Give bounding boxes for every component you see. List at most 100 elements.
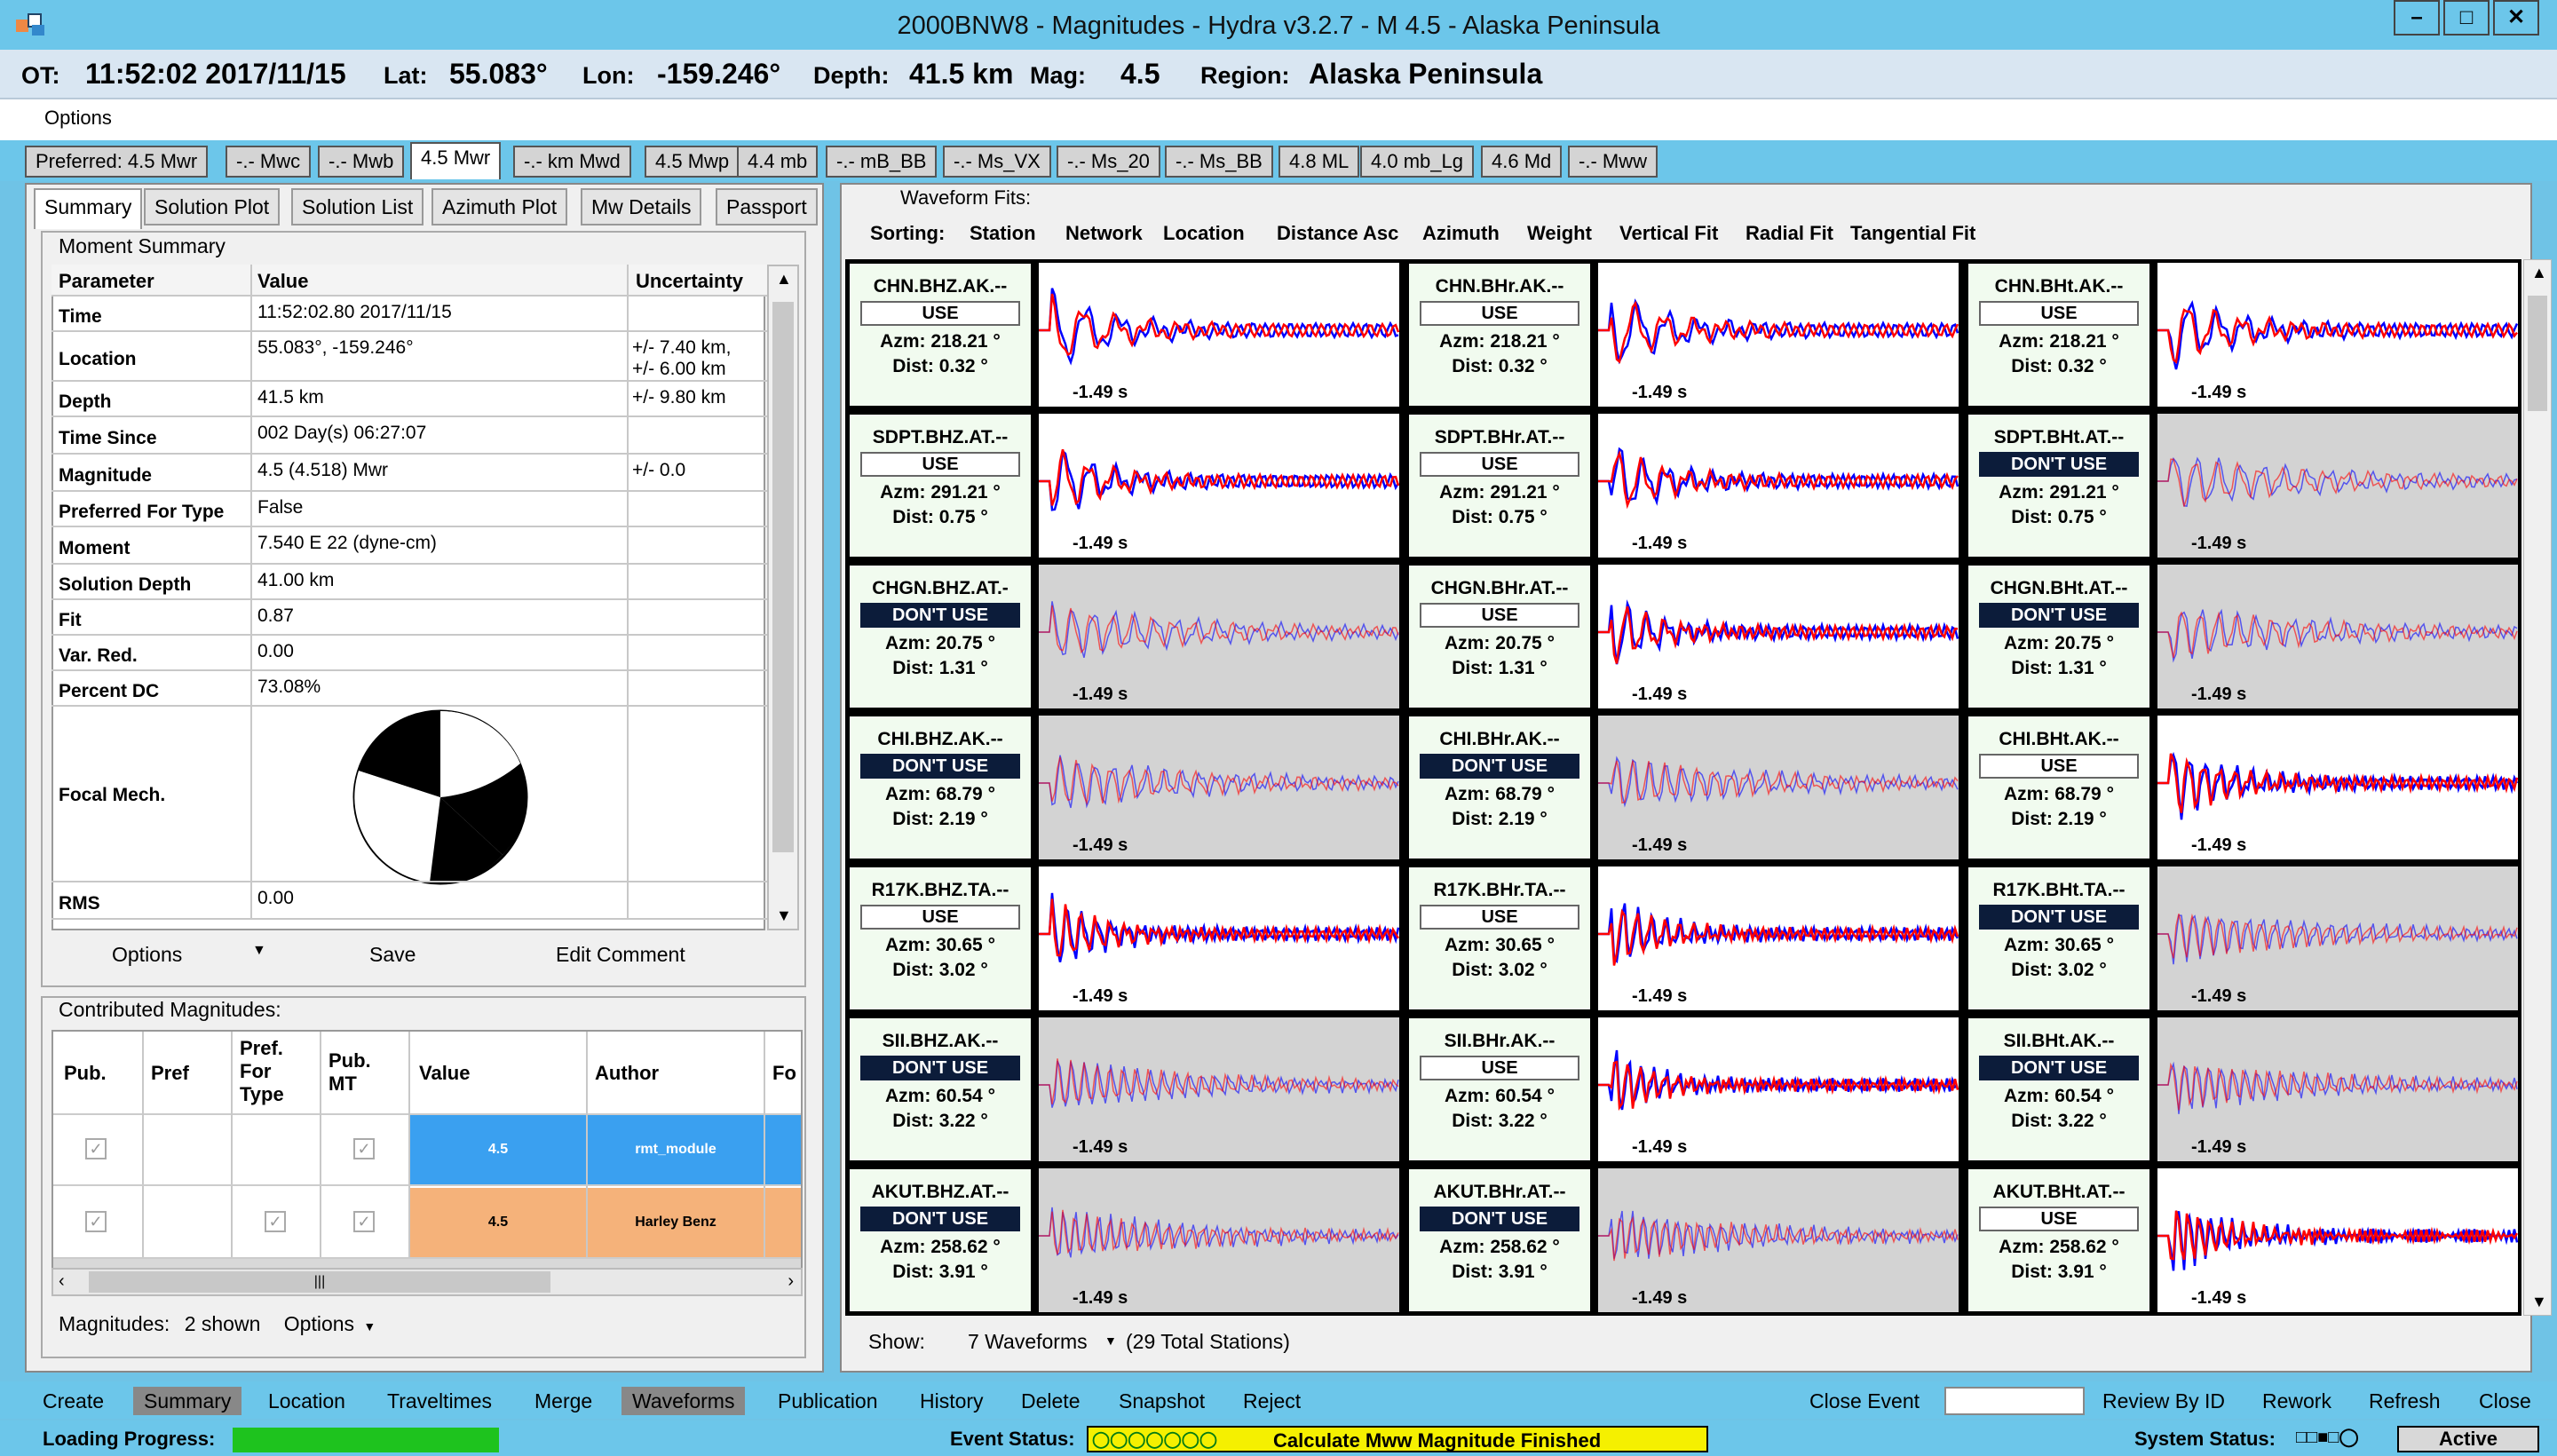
dont-use-toggle-button[interactable]: DON'T USE xyxy=(1979,452,2139,477)
refresh-button[interactable]: Refresh xyxy=(2358,1387,2451,1415)
mag-tab[interactable]: -.- km Mwd xyxy=(513,146,631,178)
tab-summary[interactable]: Summary xyxy=(34,188,143,229)
sort-tangential-fit[interactable]: Tangential Fit xyxy=(1850,222,1975,245)
waveform-plot[interactable]: -1.49 s xyxy=(2157,1017,2518,1161)
table-row[interactable]: ✓ ✓ ✓ 4.5 Harley Benz xyxy=(53,1188,801,1259)
pub-checkbox[interactable]: ✓ xyxy=(85,1211,107,1232)
pref-for-type-checkbox[interactable]: ✓ xyxy=(265,1211,286,1232)
waveform-plot[interactable]: -1.49 s xyxy=(1039,263,1399,407)
waveform-plot[interactable]: -1.49 s xyxy=(1039,1168,1399,1312)
dont-use-toggle-button[interactable]: DON'T USE xyxy=(860,1207,1020,1231)
traveltimes-button[interactable]: Traveltimes xyxy=(376,1387,503,1415)
scroll-up-icon[interactable]: ▲ xyxy=(2531,264,2547,282)
pub-checkbox[interactable]: ✓ xyxy=(85,1138,107,1159)
waveform-plot[interactable]: -1.49 s xyxy=(1039,414,1399,558)
options-menu[interactable]: Options xyxy=(44,107,112,130)
review-by-id-button[interactable]: Review By ID xyxy=(2092,1387,2236,1415)
tab-mw-details[interactable]: Mw Details xyxy=(581,188,702,226)
waveform-plot[interactable]: -1.49 s xyxy=(1039,716,1399,859)
scroll-right-icon[interactable]: › xyxy=(788,1271,794,1292)
dont-use-toggle-button[interactable]: DON'T USE xyxy=(1979,603,2139,628)
use-toggle-button[interactable]: USE xyxy=(1979,754,2139,779)
use-toggle-button[interactable]: USE xyxy=(1420,452,1579,477)
mag-tab[interactable]: 4.0 mb_Lg xyxy=(1360,146,1474,178)
sort-radial-fit[interactable]: Radial Fit xyxy=(1746,222,1833,245)
dont-use-toggle-button[interactable]: DON'T USE xyxy=(1979,1056,2139,1080)
dont-use-toggle-button[interactable]: DON'T USE xyxy=(860,1056,1020,1080)
tab-passport[interactable]: Passport xyxy=(716,188,818,226)
use-toggle-button[interactable]: USE xyxy=(1979,301,2139,326)
use-toggle-button[interactable]: USE xyxy=(860,452,1020,477)
reject-button[interactable]: Reject xyxy=(1232,1387,1311,1415)
dont-use-toggle-button[interactable]: DON'T USE xyxy=(860,603,1020,628)
use-toggle-button[interactable]: USE xyxy=(1420,1056,1579,1080)
mag-tab[interactable]: -.- Ms_VX xyxy=(943,146,1051,178)
use-toggle-button[interactable]: USE xyxy=(860,301,1020,326)
dont-use-toggle-button[interactable]: DON'T USE xyxy=(1979,905,2139,930)
close-icon[interactable]: ✕ xyxy=(2493,0,2539,36)
waveform-plot[interactable]: -1.49 s xyxy=(1598,414,1959,558)
mag-tab[interactable]: 4.5 Mwr xyxy=(410,142,502,179)
tab-azimuth-plot[interactable]: Azimuth Plot xyxy=(431,188,568,226)
scroll-thumb[interactable] xyxy=(772,302,794,852)
pub-mt-checkbox[interactable]: ✓ xyxy=(353,1138,375,1159)
mag-tab[interactable]: -.- Ms_20 xyxy=(1057,146,1160,178)
mag-tab[interactable]: 4.6 Md xyxy=(1481,146,1563,178)
use-toggle-button[interactable]: USE xyxy=(1979,1207,2139,1231)
mag-tab[interactable]: -.- Mww xyxy=(1568,146,1658,178)
merge-button[interactable]: Merge xyxy=(524,1387,603,1415)
waveform-plot[interactable]: -1.49 s xyxy=(1598,565,1959,708)
magnitudes-options-button[interactable]: Options xyxy=(284,1312,354,1335)
waveform-plot[interactable]: -1.49 s xyxy=(1598,716,1959,859)
use-toggle-button[interactable]: USE xyxy=(1420,301,1579,326)
use-toggle-button[interactable]: USE xyxy=(860,905,1020,930)
publication-button[interactable]: Publication xyxy=(767,1387,889,1415)
dont-use-toggle-button[interactable]: DON'T USE xyxy=(860,754,1020,779)
summary-button[interactable]: Summary xyxy=(133,1387,242,1415)
save-button[interactable]: Save xyxy=(369,943,416,967)
scroll-thumb[interactable]: ||| xyxy=(89,1271,550,1293)
delete-button[interactable]: Delete xyxy=(1010,1387,1090,1415)
waveform-plot[interactable]: -1.49 s xyxy=(1039,866,1399,1010)
sort-weight[interactable]: Weight xyxy=(1527,222,1592,245)
mag-tab[interactable]: -.- Mwc xyxy=(226,146,312,178)
create-button[interactable]: Create xyxy=(32,1387,115,1415)
snapshot-button[interactable]: Snapshot xyxy=(1108,1387,1215,1415)
scroll-down-icon[interactable]: ▼ xyxy=(776,906,792,925)
mag-tab[interactable]: -.- Ms_BB xyxy=(1165,146,1273,178)
sort-network[interactable]: Network xyxy=(1065,222,1143,245)
waveform-plot[interactable]: -1.49 s xyxy=(2157,414,2518,558)
minimize-icon[interactable]: – xyxy=(2394,0,2440,36)
sort-location[interactable]: Location xyxy=(1163,222,1245,245)
waveform-plot[interactable]: -1.49 s xyxy=(1598,866,1959,1010)
waveform-plot[interactable]: -1.49 s xyxy=(1598,1168,1959,1312)
mag-tab[interactable]: 4.5 Mwp xyxy=(645,146,740,178)
waveform-plot[interactable]: -1.49 s xyxy=(1039,565,1399,708)
scroll-left-icon[interactable]: ‹ xyxy=(59,1271,65,1292)
maximize-icon[interactable]: □ xyxy=(2443,0,2490,36)
mag-tab[interactable]: 4.8 ML xyxy=(1278,146,1360,178)
event-id-input[interactable] xyxy=(1944,1387,2085,1415)
waveform-plot[interactable]: -1.49 s xyxy=(1598,263,1959,407)
scroll-thumb[interactable] xyxy=(2528,296,2547,411)
waveform-plot[interactable]: -1.49 s xyxy=(1598,1017,1959,1161)
chevron-down-icon[interactable]: ▼ xyxy=(363,1319,376,1333)
pub-mt-checkbox[interactable]: ✓ xyxy=(353,1211,375,1232)
mag-tab[interactable]: 4.4 mb xyxy=(737,146,819,178)
dont-use-toggle-button[interactable]: DON'T USE xyxy=(1420,754,1579,779)
history-button[interactable]: History xyxy=(909,1387,994,1415)
waveform-plot[interactable]: -1.49 s xyxy=(2157,716,2518,859)
waveform-plot[interactable]: -1.49 s xyxy=(2157,1168,2518,1312)
waveforms-button[interactable]: Waveforms xyxy=(621,1387,746,1415)
close-button[interactable]: Close xyxy=(2468,1387,2542,1415)
waveform-scrollbar[interactable]: ▲ ▼ xyxy=(2523,259,2552,1316)
waveform-count-dropdown[interactable]: 7 Waveforms xyxy=(968,1330,1088,1354)
mag-tab[interactable]: Preferred: 4.5 Mwr xyxy=(25,146,209,178)
horizontal-scrollbar[interactable]: ‹ ||| › xyxy=(51,1268,803,1296)
dont-use-toggle-button[interactable]: DON'T USE xyxy=(1420,1207,1579,1231)
waveform-plot[interactable]: -1.49 s xyxy=(2157,866,2518,1010)
edit-comment-button[interactable]: Edit Comment xyxy=(556,943,685,967)
sort-distance-asc[interactable]: Distance Asc xyxy=(1277,222,1398,245)
close-event-button[interactable]: Close Event xyxy=(1799,1387,1930,1415)
location-button[interactable]: Location xyxy=(257,1387,356,1415)
